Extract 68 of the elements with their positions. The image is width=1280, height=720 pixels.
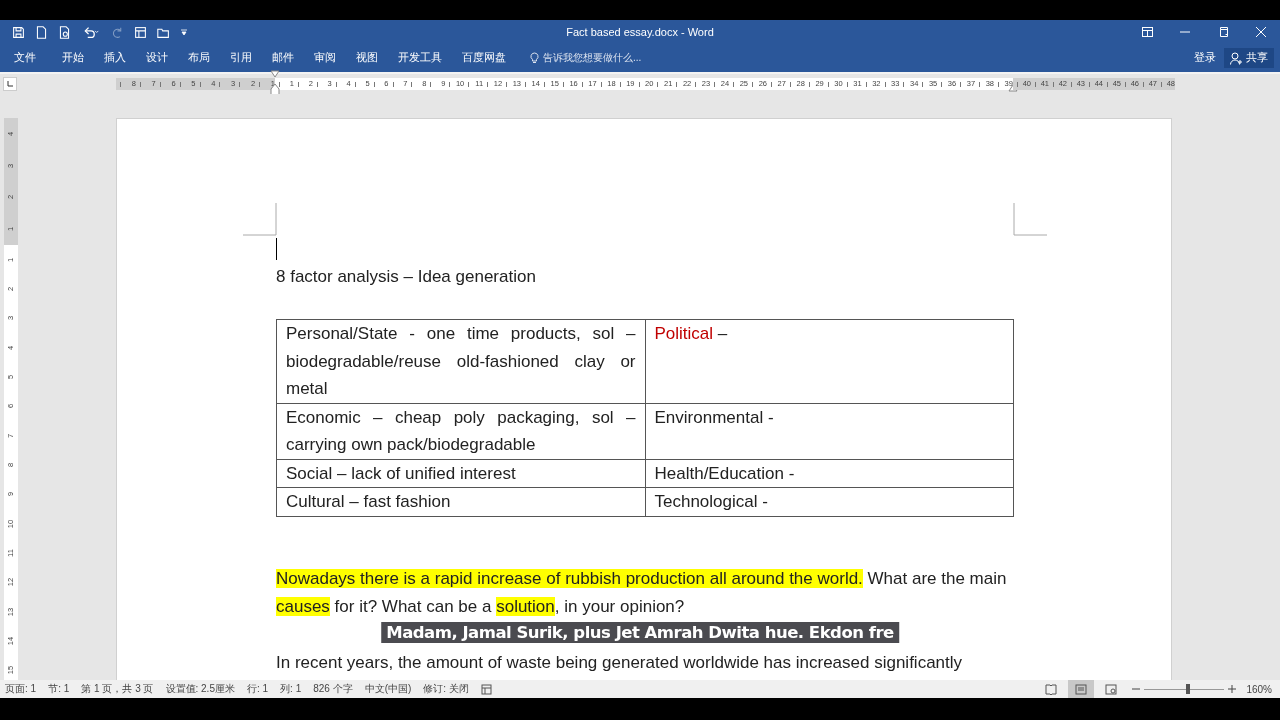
ribbon-tab[interactable]: 视图 bbox=[356, 48, 378, 68]
caret-icon bbox=[180, 28, 188, 36]
ribbon-tab[interactable]: 邮件 bbox=[272, 48, 294, 68]
paragraph: Nowadays there is a rapid increase of rubbish production all around the world. What are the main causes for it? What can be a solution, in your opinion? bbox=[276, 567, 1008, 618]
zoom-thumb[interactable] bbox=[1186, 684, 1191, 694]
indent-marker[interactable] bbox=[270, 70, 280, 96]
ribbon-tab[interactable]: 文件 bbox=[14, 48, 36, 68]
status-item[interactable]: 中文(中国) bbox=[364, 682, 412, 696]
tell-me-field[interactable]: 告诉我您想要做什么... bbox=[543, 51, 642, 65]
heading-text: 8 factor analysis – Idea generation bbox=[276, 266, 537, 288]
status-item[interactable]: 页面: 1 bbox=[5, 682, 37, 696]
plus-icon bbox=[1228, 685, 1237, 693]
minimize-icon bbox=[1180, 31, 1190, 33]
table-cell: Technological - bbox=[645, 487, 1014, 516]
margin-corner-mark bbox=[243, 203, 277, 236]
ribbon-display-icon bbox=[1141, 27, 1153, 37]
minus-icon bbox=[1132, 685, 1141, 693]
share-button[interactable]: 共享 bbox=[1224, 48, 1274, 68]
status-item[interactable]: 行: 1 bbox=[246, 682, 269, 696]
table-cell: Environmental - bbox=[645, 403, 1014, 459]
ribbon-tab[interactable]: 引用 bbox=[230, 48, 252, 68]
close-icon bbox=[1256, 27, 1266, 37]
print-preview-icon bbox=[58, 25, 71, 39]
status-item[interactable]: 826 个字 bbox=[313, 682, 353, 696]
table-cell: Personal/State - one time products, sol – biodegradable/reuse old-fashioned clay or metal bbox=[276, 319, 645, 403]
table-cell: Economic – cheap poly packaging, sol – carrying own pack/biodegradable bbox=[276, 403, 645, 459]
ribbon-tab[interactable]: 插入 bbox=[104, 48, 126, 68]
document-icon bbox=[35, 25, 48, 39]
paragraph: In recent years, the amount of waste being generated worldwide has increased significantly bbox=[276, 651, 964, 674]
ribbon-tab[interactable]: 开发工具 bbox=[398, 48, 442, 68]
window-title: Fact based essay.docx - Word bbox=[566, 26, 714, 38]
ribbon-tab[interactable]: 设计 bbox=[146, 48, 168, 68]
save-icon bbox=[12, 25, 25, 39]
tab-stop-icon bbox=[7, 81, 13, 87]
table-cell: Political – bbox=[645, 319, 1014, 403]
book-icon bbox=[1045, 683, 1058, 695]
margin-corner-mark bbox=[1013, 203, 1047, 236]
macro-icon bbox=[480, 683, 492, 695]
lightbulb-icon bbox=[530, 52, 539, 64]
toolbar-button[interactable] bbox=[12, 25, 25, 39]
view-button[interactable] bbox=[1068, 680, 1095, 698]
toolbar-button[interactable] bbox=[35, 25, 48, 39]
caption-subtitle: Madam, Jamal Surik, plus Jet Amrah Dwita hue. Ekdon fre bbox=[381, 622, 899, 643]
ribbon-tab[interactable]: 开始 bbox=[62, 48, 84, 68]
add-person-icon bbox=[1230, 51, 1243, 65]
customize-button[interactable] bbox=[180, 28, 188, 36]
table-cell: Cultural – fast fashion bbox=[276, 487, 645, 516]
restore-icon bbox=[1218, 27, 1228, 37]
tab-stop-selector[interactable] bbox=[3, 77, 17, 91]
table-cell: Social – lack of unified interest bbox=[276, 459, 645, 488]
ribbon-tab[interactable]: 百度网盘 bbox=[462, 48, 506, 68]
page-layout-icon bbox=[1075, 683, 1088, 695]
status-item[interactable]: 设置值: 2.5厘米 bbox=[165, 682, 235, 696]
toolbar-button[interactable] bbox=[58, 25, 71, 39]
sign-in-link[interactable]: 登录 bbox=[1194, 51, 1216, 65]
ribbon-tab[interactable]: 审阅 bbox=[314, 48, 336, 68]
web-layout-icon bbox=[1105, 683, 1118, 695]
status-item[interactable]: 第 1 页，共 3 页 bbox=[81, 682, 154, 696]
status-item[interactable]: 节: 1 bbox=[48, 682, 70, 696]
ribbon-tab[interactable]: 布局 bbox=[188, 48, 210, 68]
text-cursor bbox=[276, 238, 277, 260]
table-cell: Health/Education - bbox=[645, 459, 1014, 488]
table-edit-icon bbox=[134, 25, 147, 39]
toolbar-button[interactable] bbox=[134, 25, 147, 39]
status-item[interactable]: 列: 1 bbox=[280, 682, 302, 696]
redo-icon bbox=[111, 25, 124, 39]
status-item[interactable]: 修订: 关闭 bbox=[423, 682, 469, 696]
zoom-level: 160% bbox=[1246, 683, 1272, 695]
